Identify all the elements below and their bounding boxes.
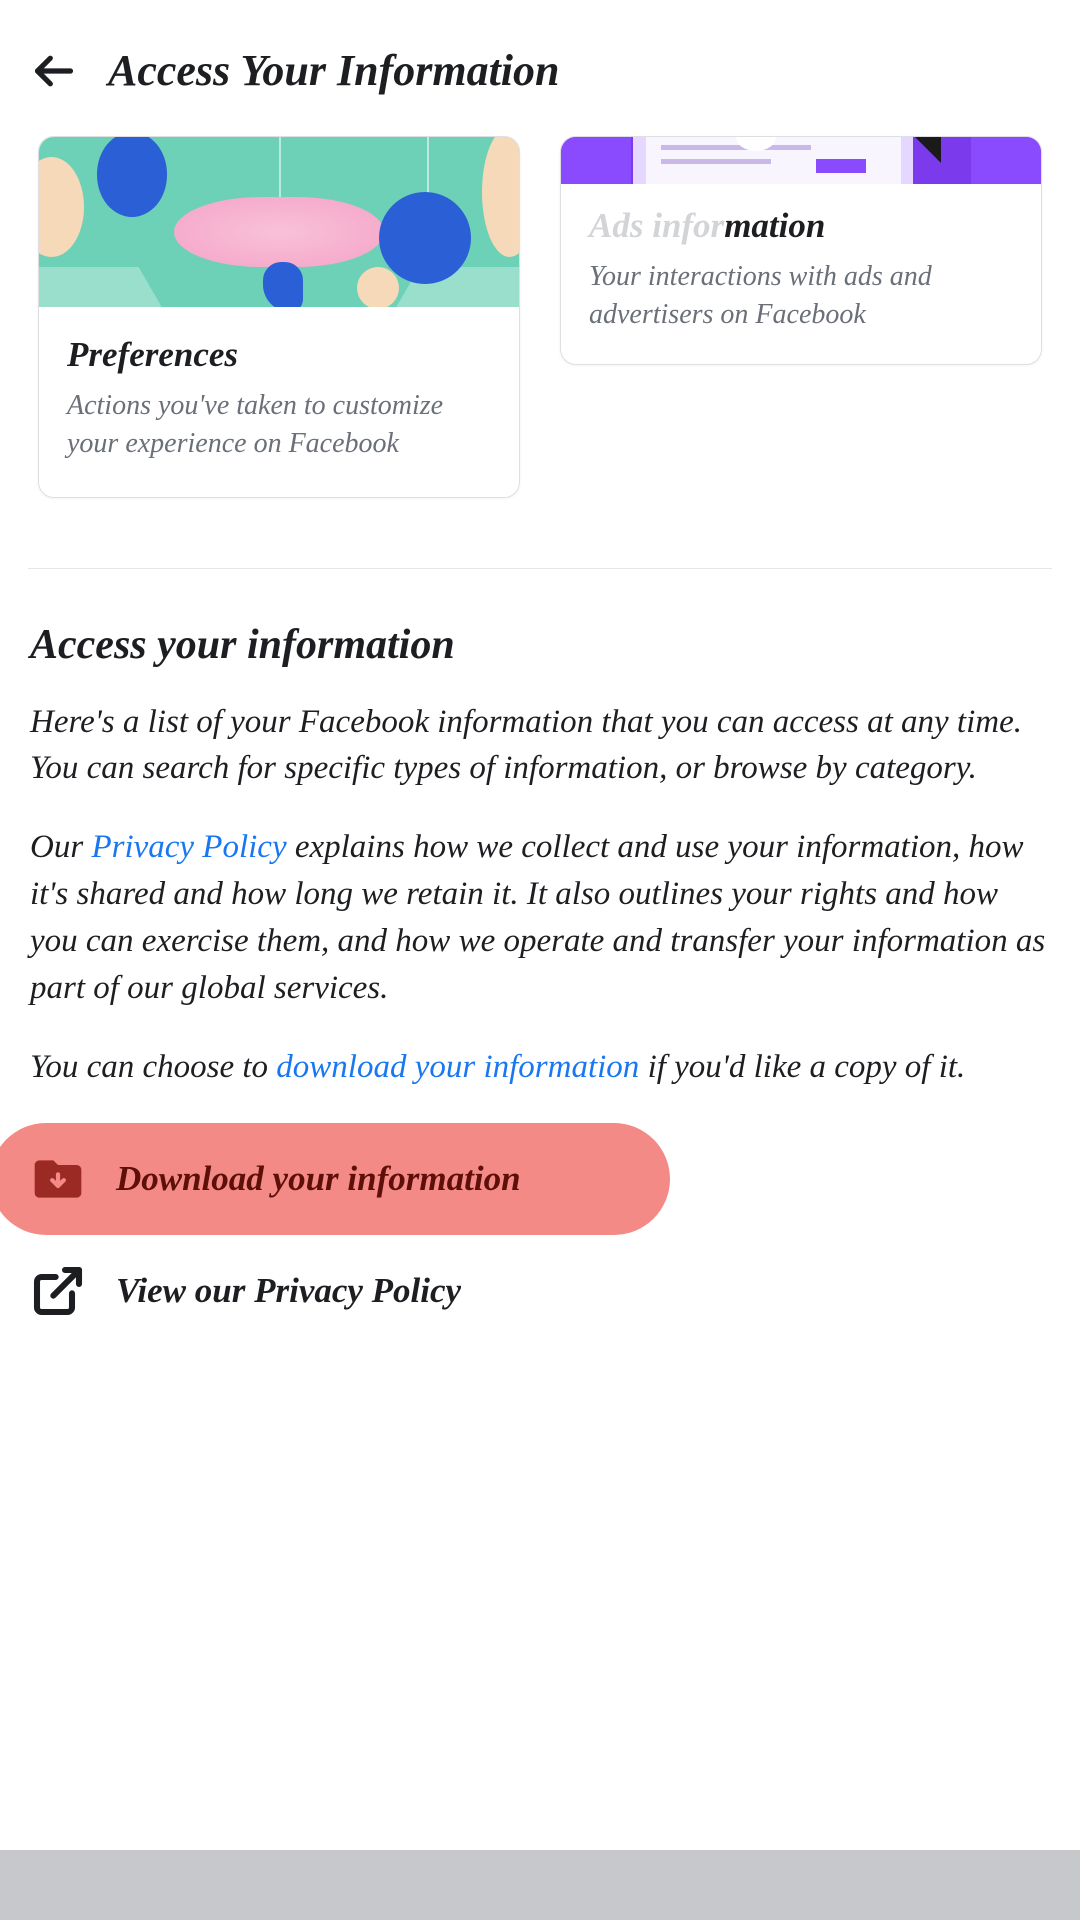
bottom-bar bbox=[0, 1850, 1080, 1920]
preferences-card-title: Preferences bbox=[67, 335, 491, 375]
download-information-label: Download your information bbox=[116, 1159, 521, 1199]
ads-card-desc: Your interactions with ads and advertise… bbox=[589, 258, 1013, 334]
text: You can choose to bbox=[30, 1049, 276, 1085]
view-privacy-policy-row[interactable]: View our Privacy Policy bbox=[0, 1245, 1080, 1337]
back-button[interactable] bbox=[30, 47, 78, 95]
preferences-card[interactable]: Preferences Actions you've taken to cust… bbox=[38, 136, 520, 498]
info-paragraph-3: You can choose to download your informat… bbox=[30, 1044, 1050, 1091]
text: Our bbox=[30, 829, 91, 865]
info-section: Access your information Here's a list of… bbox=[0, 569, 1080, 1091]
info-heading: Access your information bbox=[30, 621, 1050, 669]
text: if you'd like a copy of it. bbox=[639, 1049, 965, 1085]
download-info-link[interactable]: download your information bbox=[276, 1049, 639, 1085]
download-information-row[interactable]: Download your information bbox=[0, 1123, 670, 1235]
view-privacy-policy-label: View our Privacy Policy bbox=[116, 1271, 461, 1311]
ads-illustration bbox=[561, 137, 1041, 184]
category-cards: Preferences Actions you've taken to cust… bbox=[0, 136, 1080, 498]
info-paragraph-2: Our Privacy Policy explains how we colle… bbox=[30, 824, 1050, 1011]
download-folder-icon bbox=[30, 1151, 86, 1207]
info-paragraph-1: Here's a list of your Facebook informati… bbox=[30, 699, 1050, 793]
ads-card-title: Ads information bbox=[589, 206, 1013, 246]
preferences-illustration bbox=[39, 137, 519, 307]
arrow-left-icon bbox=[32, 49, 76, 93]
privacy-policy-link[interactable]: Privacy Policy bbox=[91, 829, 286, 865]
preferences-card-desc: Actions you've taken to customize your e… bbox=[67, 387, 491, 463]
header: Access Your Information bbox=[0, 0, 1080, 126]
page-title: Access Your Information bbox=[108, 45, 560, 96]
external-link-icon bbox=[30, 1263, 86, 1319]
ads-information-card[interactable]: Ads information Your interactions with a… bbox=[560, 136, 1042, 365]
